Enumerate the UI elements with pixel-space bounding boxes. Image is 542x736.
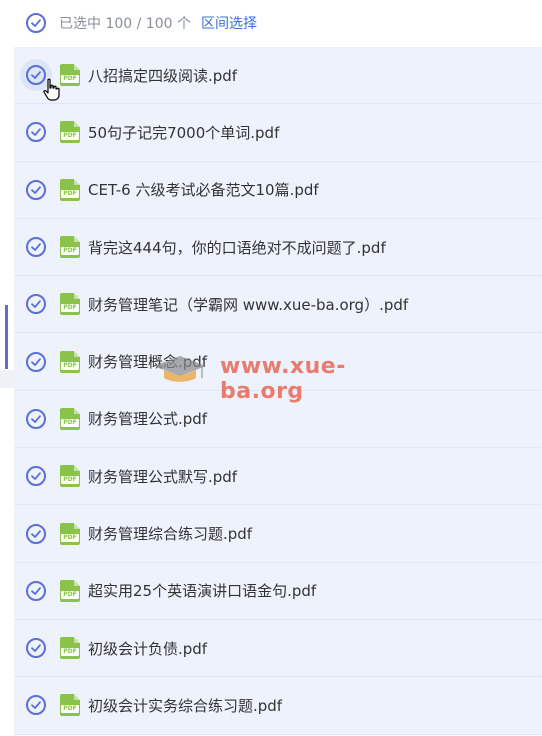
pdf-tag-label: PDF [61,189,79,198]
pdf-tag-label: PDF [61,132,79,141]
pdf-file-icon: PDF [60,178,80,201]
file-row[interactable]: PDF 超实用25个英语演讲口语金句.pdf [14,562,542,620]
file-name: CET-6 六级考试必备范文10篇.pdf [88,181,319,200]
file-row[interactable]: PDF 背完这444句，你的口语绝对不成问题了.pdf [14,218,542,277]
pdf-tag-label: PDF [61,247,79,256]
file-name: 财务管理公式.pdf [88,410,208,429]
file-row[interactable]: PDF 50句子记完7000个单词.pdf [14,104,542,162]
file-row[interactable]: PDF CET-6 六级考试必备范文10篇.pdf [14,161,542,219]
file-row[interactable]: PDF 财务管理笔记（学霸网 www.xue-ba.org）.pdf [14,276,542,334]
check-icon [31,529,41,538]
file-row[interactable]: PDF 财务管理公式默写.pdf [14,448,542,506]
pdf-tag-label: PDF [61,476,79,485]
pdf-file-icon: PDF [60,407,80,430]
file-name: 财务管理概念.pdf [88,353,208,372]
pdf-file-icon: PDF [60,694,80,717]
pdf-tag-label: PDF [61,705,79,714]
check-icon [31,472,41,481]
check-icon [31,19,41,27]
file-row[interactable]: PDF 初级会计实务综合练习题.pdf [14,677,542,735]
pdf-file-icon: PDF [60,236,80,259]
check-icon [31,243,41,251]
file-name: 初级会计实务综合练习题.pdf [88,696,283,715]
check-icon [31,357,41,366]
file-checkbox[interactable] [26,179,46,200]
file-row[interactable]: PDF 八招搞定四级阅读.pdf [14,47,542,105]
selection-header: 已选中 100 / 100 个 区间选择 [14,0,542,46]
file-name: 财务管理综合练习题.pdf [88,525,253,544]
file-checkbox[interactable] [26,638,46,659]
file-row[interactable]: PDF 财务管理公式.pdf [14,390,542,449]
pdf-file-icon: PDF [60,350,80,373]
file-name: 初级会计负债.pdf [88,639,208,658]
check-icon [31,71,41,80]
pdf-tag-label: PDF [61,648,79,657]
file-checkbox[interactable] [26,466,46,487]
check-icon [31,300,41,309]
file-row[interactable]: PDF 财务管理综合练习题.pdf [14,505,542,563]
pdf-file-icon: PDF [60,637,80,660]
check-icon [31,587,41,595]
file-name: 50句子记完7000个单词.pdf [88,123,280,142]
pdf-file-icon: PDF [60,465,80,488]
file-checkbox[interactable] [26,408,46,429]
pdf-file-icon: PDF [60,64,80,87]
check-icon [31,701,41,710]
check-icon [31,644,41,653]
pdf-tag-label: PDF [61,418,79,427]
file-checkbox[interactable] [26,523,46,544]
pdf-file-icon: PDF [60,121,80,144]
file-name: 八招搞定四级阅读.pdf [88,66,238,85]
range-select-link[interactable]: 区间选择 [201,13,257,33]
file-checkbox[interactable] [26,580,46,601]
check-icon [31,128,41,137]
pdf-tag-label: PDF [61,75,79,84]
pdf-file-icon: PDF [60,522,80,545]
file-row[interactable]: PDF 初级会计负债.pdf [14,619,542,678]
left-panel-active-indicator [5,305,8,369]
file-checkbox[interactable] [26,122,46,143]
file-checkbox[interactable] [26,695,46,716]
select-all-checkbox[interactable] [26,13,46,33]
file-checkbox[interactable] [26,65,46,86]
check-icon [31,415,41,423]
file-checkbox[interactable] [26,237,46,258]
pdf-tag-label: PDF [61,533,79,542]
check-icon [31,186,41,194]
file-name: 财务管理笔记（学霸网 www.xue-ba.org）.pdf [88,295,409,314]
file-checkbox[interactable] [26,294,46,315]
pdf-file-icon: PDF [60,579,80,602]
pdf-tag-label: PDF [61,361,79,370]
pdf-file-icon: PDF [60,293,80,316]
selection-count: 已选中 100 / 100 个 [59,16,191,32]
file-list: PDF 八招搞定四级阅读.pdf PDF 50句子记完7000个单词.pdf PDF CE… [14,47,542,735]
file-name: 财务管理公式默写.pdf [88,467,238,486]
left-panel-band [0,370,14,388]
file-checkbox[interactable] [26,351,46,372]
file-name: 超实用25个英语演讲口语金句.pdf [88,582,317,601]
file-row[interactable]: PDF 财务管理概念.pdf [14,333,542,391]
pdf-tag-label: PDF [61,304,79,313]
pdf-tag-label: PDF [61,590,79,599]
file-name: 背完这444句，你的口语绝对不成问题了.pdf [88,238,386,257]
